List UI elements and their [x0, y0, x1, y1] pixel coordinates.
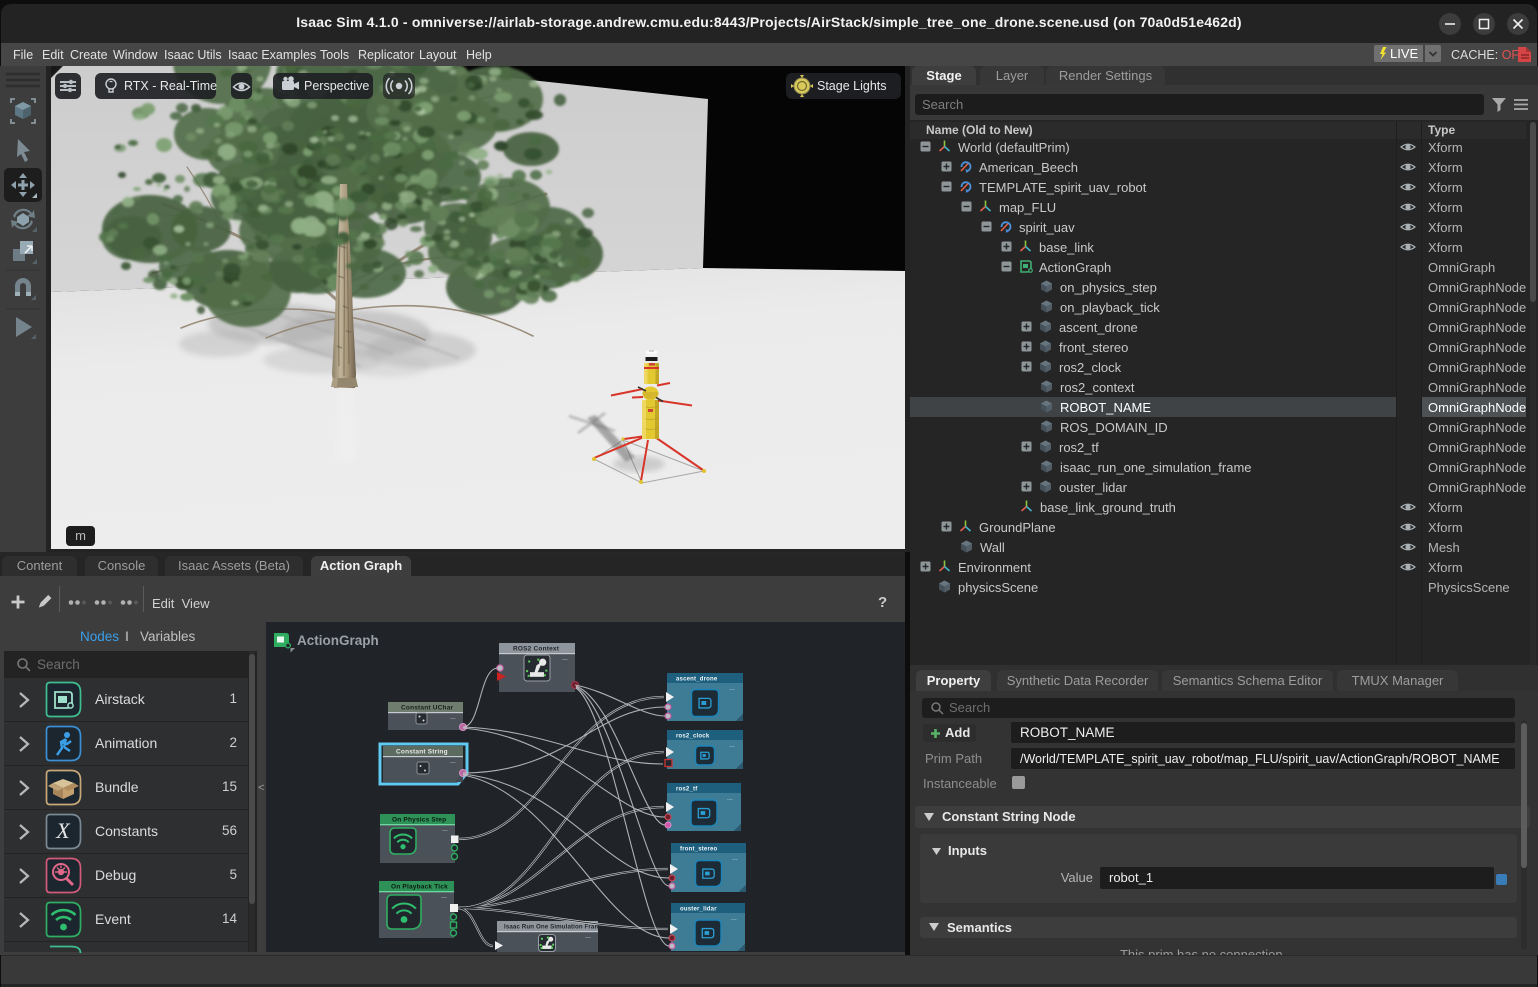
svg-text:ros2_tf: ros2_tf	[676, 787, 698, 793]
svg-text:X: X	[55, 818, 71, 843]
svg-text:On Physics Step: On Physics Step	[392, 817, 446, 824]
svg-text:...: ...	[562, 655, 568, 662]
svg-text:ros2_clock: ros2_clock	[676, 734, 710, 740]
svg-text:Constant String: Constant String	[396, 749, 448, 756]
svg-text:...: ...	[442, 826, 448, 833]
svg-text:...: ...	[729, 742, 735, 749]
svg-text:...: ...	[727, 795, 733, 802]
svg-text:ROS2 Context: ROS2 Context	[513, 646, 560, 653]
svg-text:...: ...	[732, 855, 738, 862]
svg-text:On Playback Tick: On Playback Tick	[391, 884, 448, 891]
svg-text:...: ...	[585, 933, 591, 940]
svg-text:ActionGraph: ActionGraph	[297, 633, 379, 648]
svg-text:ascent_drone: ascent_drone	[676, 677, 718, 683]
svg-text:...: ...	[731, 915, 737, 922]
svg-text:Constant UChar: Constant UChar	[401, 705, 454, 712]
svg-text:...: ...	[450, 714, 456, 721]
svg-text:...: ...	[441, 893, 447, 900]
svg-text:ouster_lidar: ouster_lidar	[680, 907, 717, 913]
svg-text:...: ...	[729, 685, 735, 692]
svg-text:Isaac Run One Simulation Frame: Isaac Run One Simulation Frame	[504, 924, 604, 931]
svg-text:front_stereo: front_stereo	[680, 847, 718, 853]
svg-text:...: ...	[450, 758, 456, 765]
